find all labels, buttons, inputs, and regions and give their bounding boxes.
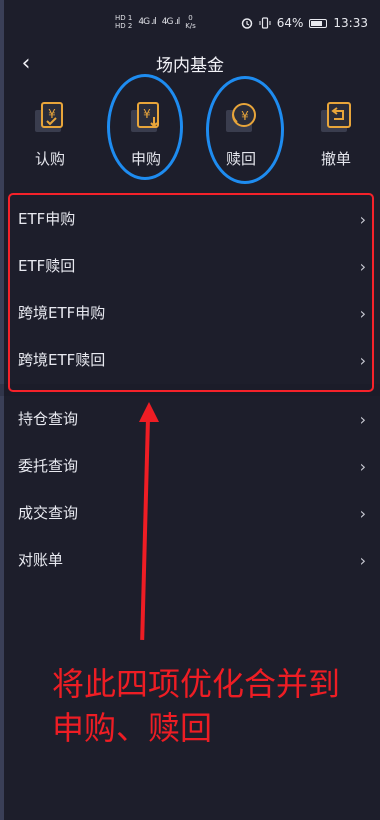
chevron-right-icon: › xyxy=(359,457,366,476)
menu-item-deal-query[interactable]: 成交查询 › xyxy=(0,490,380,537)
status-bar: HD 1 HD 2 4G .ıl 4G .ıl 0 K/s 64% 13:33 xyxy=(0,0,380,44)
signal2-icon: 4G .ıl xyxy=(161,17,180,27)
redeem-highlight-circle xyxy=(206,76,284,184)
annotation-text: 将此四项优化合并到 申购、赎回 xyxy=(52,662,372,750)
net-speed-value: 0 xyxy=(188,14,193,22)
net-speed: 0 K/s xyxy=(185,14,196,30)
action-bar: ¥ 认购 ¥ 申购 ¥ 赎回 撤单 xyxy=(0,92,380,182)
cancel-order-label: 撤单 xyxy=(320,150,351,168)
sim2-label: HD 2 xyxy=(115,22,133,30)
menu-item-label: 委托查询 xyxy=(18,457,79,475)
annotation-highlight-box xyxy=(8,193,374,392)
net-speed-unit: K/s xyxy=(185,22,196,30)
battery-percent: 64% xyxy=(276,16,304,30)
menu-item-holdings-query[interactable]: 持仓查询 › xyxy=(0,396,380,443)
chevron-right-icon: › xyxy=(359,551,366,570)
purchase-highlight-circle xyxy=(107,74,183,180)
sim-indicators: HD 1 HD 2 xyxy=(115,14,132,30)
header: ‹ 场内基金 xyxy=(0,48,380,84)
chevron-right-icon: › xyxy=(359,410,366,429)
page-title: 场内基金 xyxy=(156,56,224,76)
clock: 13:33 xyxy=(333,16,368,30)
subscribe-button[interactable]: ¥ 认购 xyxy=(20,92,80,182)
vibrate-icon xyxy=(259,17,271,29)
subscribe-label: 认购 xyxy=(34,150,65,168)
cancel-order-icon xyxy=(321,102,351,132)
menu-item-label: 成交查询 xyxy=(18,504,79,522)
cancel-order-button[interactable]: 撤单 xyxy=(306,92,366,182)
battery-icon xyxy=(309,18,328,28)
chevron-right-icon: › xyxy=(359,504,366,523)
annotation-line-2: 申购、赎回 xyxy=(52,709,213,747)
status-left: HD 1 HD 2 4G .ıl 4G .ıl 0 K/s xyxy=(115,14,196,30)
menu-item-label: 持仓查询 xyxy=(18,410,79,428)
status-right: 64% 13:33 xyxy=(241,16,368,30)
menu-item-statement[interactable]: 对账单 › xyxy=(0,537,380,584)
subscribe-icon: ¥ xyxy=(35,102,63,132)
alarm-clock-icon xyxy=(241,18,252,29)
signal1-icon: 4G .ıl xyxy=(138,17,156,27)
annotation-line-1: 将此四项优化合并到 xyxy=(52,665,341,703)
sim1-label: HD 1 xyxy=(115,14,133,22)
menu-item-order-query[interactable]: 委托查询 › xyxy=(0,443,380,490)
menu-item-label: 对账单 xyxy=(18,551,64,569)
